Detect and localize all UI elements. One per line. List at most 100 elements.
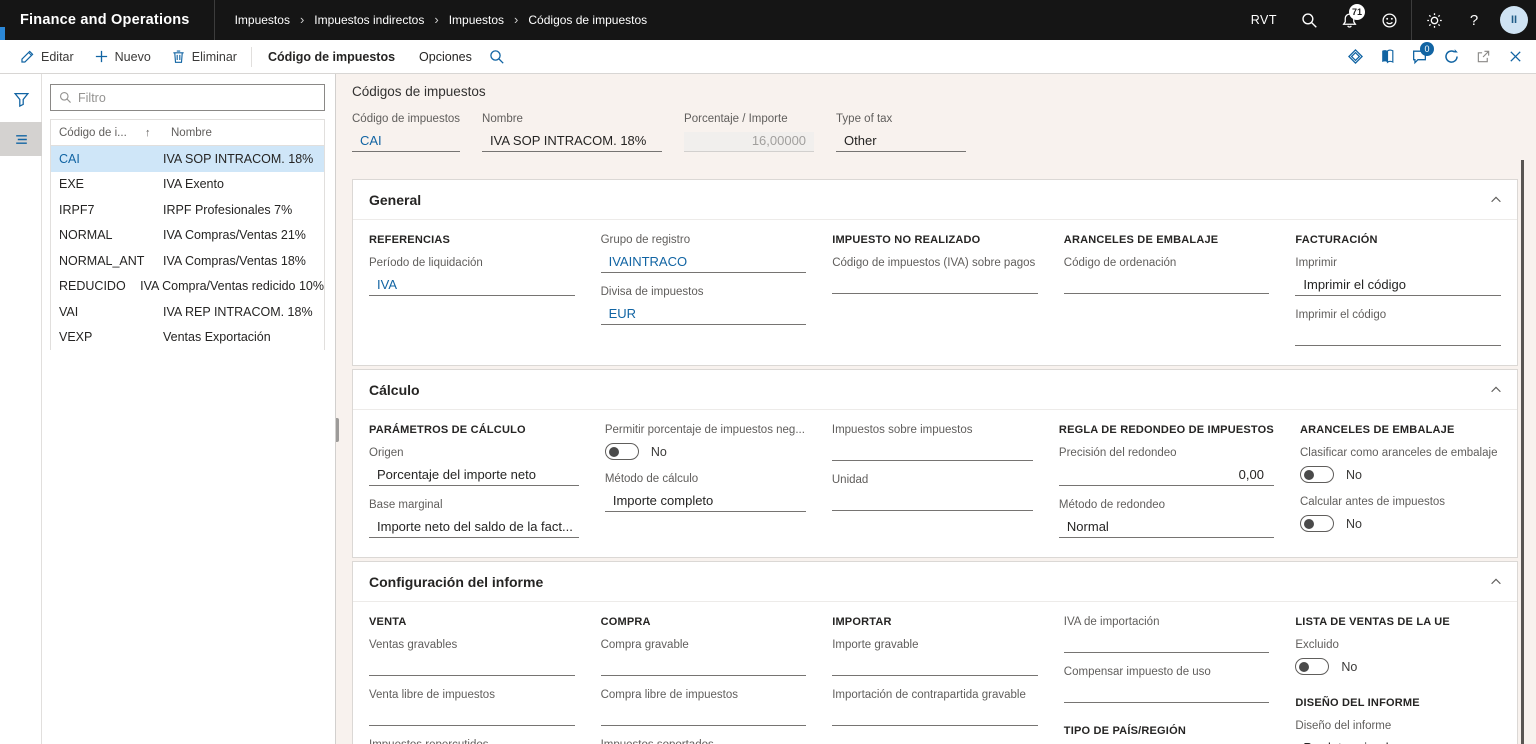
field-input[interactable] xyxy=(832,276,1038,294)
field-input[interactable]: Importe completo xyxy=(605,492,806,512)
edit-button[interactable]: Editar xyxy=(10,40,84,74)
field-label: Compensar impuesto de uso xyxy=(1064,666,1270,678)
field-input[interactable] xyxy=(369,658,575,676)
tab-codigo-de-impuestos[interactable]: Código de impuestos xyxy=(256,40,407,74)
delete-button[interactable]: Eliminar xyxy=(161,40,247,74)
sort-ascending-icon[interactable]: ↑ xyxy=(145,127,159,139)
toggle-switch[interactable] xyxy=(1295,658,1329,675)
section-columns: PARÁMETROS DE CÁLCULOOrigenPorcentaje de… xyxy=(353,410,1517,557)
field-label: Venta libre de impuestos xyxy=(369,689,575,701)
filter-pane-icon[interactable] xyxy=(0,82,42,116)
field-input[interactable] xyxy=(1064,276,1270,294)
field-input[interactable] xyxy=(1295,328,1501,346)
list-item[interactable]: REDUCIDOIVA Compra/Ventas redicido 10% xyxy=(51,274,324,300)
section-header-calculo[interactable]: Cálculo xyxy=(353,370,1517,410)
list-item[interactable]: NORMALIVA Compras/Ventas 21% xyxy=(51,223,324,249)
field-label: Importación de contrapartida gravable xyxy=(832,689,1038,701)
field-input[interactable] xyxy=(601,658,807,676)
field-input[interactable] xyxy=(369,708,575,726)
field-input[interactable]: Porcentaje del importe neto xyxy=(369,466,579,486)
breadcrumb-item[interactable]: Impuestos xyxy=(235,13,290,27)
field-input-codigo[interactable]: CAI xyxy=(352,132,460,152)
row-code: NORMAL xyxy=(51,228,151,242)
user-avatar[interactable]: II xyxy=(1500,6,1528,34)
toggle-switch[interactable] xyxy=(1300,466,1334,483)
field-input[interactable] xyxy=(832,493,1033,511)
dynamics-pane-icon[interactable] xyxy=(1374,44,1400,70)
filter-input[interactable]: Filtro xyxy=(50,84,325,111)
search-commands-icon[interactable] xyxy=(484,44,510,70)
field-input[interactable]: EUR xyxy=(601,305,807,325)
field-input-type-of-tax[interactable]: Other xyxy=(836,132,966,152)
field-input-nombre[interactable]: IVA SOP INTRACOM. 18% xyxy=(482,132,662,152)
panel-splitter-handle[interactable] xyxy=(336,418,339,442)
field-input[interactable]: IVA xyxy=(369,276,575,296)
field-input[interactable]: Normal xyxy=(1059,518,1274,538)
field-label: Impuestos soportados xyxy=(601,739,807,744)
column-header-name[interactable]: Nombre xyxy=(159,127,212,139)
list-item[interactable]: VAIIVA REP INTRACOM. 18% xyxy=(51,299,324,325)
close-icon[interactable] xyxy=(1502,44,1528,70)
new-button[interactable]: Nuevo xyxy=(84,40,161,74)
toggle-state-label: No xyxy=(1346,517,1362,531)
field-input[interactable] xyxy=(1064,685,1270,703)
refresh-icon[interactable] xyxy=(1438,44,1464,70)
list-item[interactable]: CAIIVA SOP INTRACOM. 18% xyxy=(51,146,324,172)
section-header-configuracion-del-informe[interactable]: Configuración del informe xyxy=(353,562,1517,602)
list-item[interactable]: EXEIVA Exento xyxy=(51,172,324,198)
app-title[interactable]: Finance and Operations xyxy=(0,12,214,28)
tab-opciones[interactable]: Opciones xyxy=(407,40,484,74)
field-label: Compra libre de impuestos xyxy=(601,689,807,701)
field-group-header: COMPRA xyxy=(601,616,807,628)
list-item[interactable]: VEXPVentas Exportación xyxy=(51,325,324,351)
field-group-header: TIPO DE PAÍS/REGIÓN xyxy=(1064,725,1270,737)
field-input[interactable]: 0,00 xyxy=(1059,466,1274,486)
section-title: Cálculo xyxy=(369,382,420,398)
open-in-new-window-icon[interactable] xyxy=(1470,44,1496,70)
row-name: IVA Compra/Ventas redicido 10% xyxy=(128,279,324,293)
field-input[interactable]: Predeterminado xyxy=(1295,739,1501,744)
power-apps-icon[interactable] xyxy=(1342,44,1368,70)
form-field: Divisa de impuestosEUR xyxy=(601,286,807,325)
field-label: Type of tax xyxy=(836,113,966,125)
feedback-smiley-icon[interactable] xyxy=(1371,0,1407,40)
form-field: Diseño del informePredeterminado xyxy=(1295,720,1501,744)
list-item[interactable]: IRPF7IRPF Profesionales 7% xyxy=(51,197,324,223)
collapse-chevron-icon[interactable] xyxy=(1489,575,1503,589)
form-field: Calcular antes de impuestosNo xyxy=(1300,496,1501,532)
environment-label[interactable]: RVT xyxy=(1251,13,1277,27)
toggle-switch[interactable] xyxy=(605,443,639,460)
vertical-scrollbar-thumb[interactable] xyxy=(1521,160,1524,744)
help-icon[interactable]: ? xyxy=(1456,0,1492,40)
collapse-chevron-icon[interactable] xyxy=(1489,383,1503,397)
settings-gear-icon[interactable] xyxy=(1416,0,1452,40)
field-input[interactable] xyxy=(832,443,1033,461)
breadcrumb-item[interactable]: Impuestos xyxy=(449,13,504,27)
form-field: Precisión del redondeo0,00 xyxy=(1059,447,1274,486)
toggle-knob xyxy=(609,447,619,457)
search-icon[interactable] xyxy=(1291,0,1327,40)
field-input[interactable] xyxy=(601,708,807,726)
column-header-code[interactable]: Código de i... xyxy=(59,127,145,139)
field-input[interactable] xyxy=(1064,635,1270,653)
field-label: Clasificar como aranceles de embalaje xyxy=(1300,447,1501,459)
field-input[interactable]: Imprimir el código xyxy=(1295,276,1501,296)
breadcrumb-item[interactable]: Códigos de impuestos xyxy=(528,13,647,27)
list-item[interactable]: NORMAL_ANTIVA Compras/Ventas 18% xyxy=(51,248,324,274)
notifications-bell-icon[interactable]: 71 xyxy=(1331,0,1367,40)
section-header-general[interactable]: General xyxy=(353,180,1517,220)
plus-icon xyxy=(94,49,109,64)
row-name: IVA Exento xyxy=(151,177,224,191)
messages-icon[interactable]: 0 xyxy=(1406,44,1432,70)
field-input[interactable]: Importe neto del saldo de la fact... xyxy=(369,518,579,538)
breadcrumb-item[interactable]: Impuestos indirectos xyxy=(314,13,424,27)
field-label: Compra gravable xyxy=(601,639,807,651)
collapse-chevron-icon[interactable] xyxy=(1489,193,1503,207)
toggle-switch[interactable] xyxy=(1300,515,1334,532)
field-label: Origen xyxy=(369,447,579,459)
section-calculo: Cálculo PARÁMETROS DE CÁLCULOOrigenPorcen… xyxy=(352,369,1518,558)
field-input[interactable] xyxy=(832,658,1038,676)
field-input[interactable] xyxy=(832,708,1038,726)
list-pane-icon[interactable] xyxy=(0,122,42,156)
field-input[interactable]: IVAINTRACO xyxy=(601,253,807,273)
